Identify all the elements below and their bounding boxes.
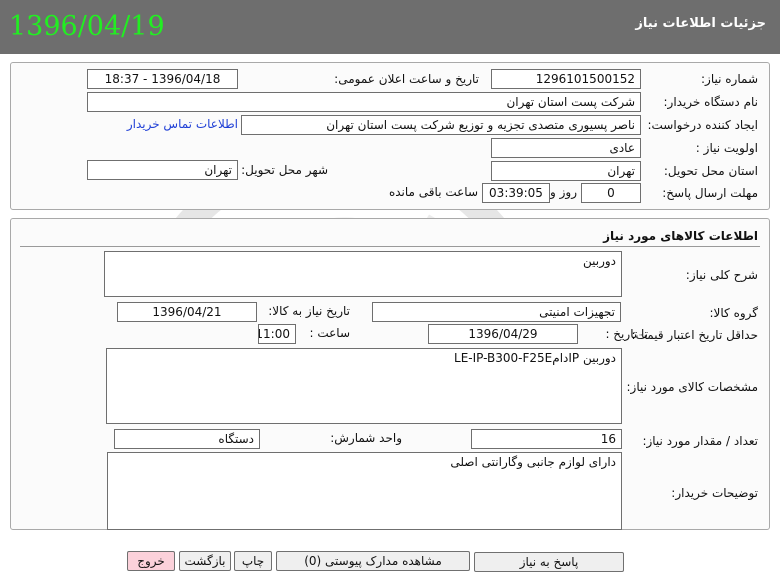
days-label: روز و (550, 185, 577, 199)
spec-label: مشخصات کالای مورد نیاز: (626, 380, 758, 394)
goods-section-title: اطلاعات کالاهای مورد نیاز (603, 229, 758, 243)
need-date-field: 1396/04/21 (117, 302, 257, 322)
validity-time-label: ساعت : (309, 326, 350, 340)
group-label: گروه کالا: (709, 306, 759, 320)
validity-time-field: 11:00 (258, 324, 296, 344)
print-button[interactable]: چاپ (234, 551, 272, 571)
desc-label: شرح کلی نیاز: (685, 268, 758, 282)
days-field: 0 (581, 183, 641, 203)
spec-field: دوربین IPدامLE-IP-B300-F25E (106, 348, 622, 424)
section-divider (20, 246, 760, 247)
deadline-label: مهلت ارسال پاسخ: (662, 186, 758, 200)
priority-field: عادی (491, 138, 641, 158)
group-field: تجهیزات امنیتی (372, 302, 621, 322)
need-date-label: تاریخ نیاز به کالا: (268, 304, 350, 318)
buyer-org-field: شرکت پست استان تهران (87, 92, 641, 112)
priority-label: اولویت نیاز : (695, 141, 758, 155)
announce-label: تاریخ و ساعت اعلان عمومی: (334, 72, 479, 86)
back-button[interactable]: بازگشت (179, 551, 231, 571)
desc-field: دوربین (104, 251, 622, 297)
exit-button[interactable]: خروج (127, 551, 175, 571)
buyer-contact-link[interactable]: اطلاعات تماس خریدار (127, 117, 238, 131)
page-title: جزئیات اطلاعات نیاز (635, 16, 766, 31)
notes-field: دارای لوازم جانبی وگارانتی اصلی (107, 452, 622, 530)
announce-field: 1396/04/18 - 18:37 (87, 69, 238, 89)
header-bar: 1396/04/19 جزئیات اطلاعات نیاز (0, 0, 780, 54)
validity-date-field: 1396/04/29 (428, 324, 578, 344)
need-number-field: 1296101500152 (491, 69, 641, 89)
creator-field: ناصر پسیوری متصدی تجزیه و توزیع شرکت پست… (241, 115, 641, 135)
city-label: شهر محل تحویل: (241, 163, 328, 177)
creator-label: ایجاد کننده درخواست: (647, 118, 758, 132)
qty-field: 16 (471, 429, 622, 449)
view-attachments-button[interactable]: مشاهده مدارک پیوستی (0) (276, 551, 470, 571)
city-field: تهران (87, 160, 238, 180)
unit-label: واحد شمارش: (330, 431, 402, 445)
remaining-label: ساعت باقی مانده (388, 185, 478, 199)
until-label: تا تاریخ : (605, 327, 648, 341)
validity-label: حداقل تاریخ اعتبار قیمت: (631, 328, 758, 342)
qty-label: تعداد / مقدار مورد نیاز: (642, 434, 758, 448)
notes-label: توضیحات خریدار: (671, 486, 758, 500)
buyer-org-label: نام دستگاه خریدار: (663, 95, 759, 109)
need-number-label: شماره نیاز: (701, 72, 758, 86)
reply-button[interactable]: پاسخ به نیاز (474, 552, 624, 572)
header-date: 1396/04/19 (9, 11, 165, 42)
province-field: تهران (491, 161, 641, 181)
province-label: استان محل تحویل: (663, 164, 758, 178)
remaining-time-field: 03:39:05 (482, 183, 550, 203)
unit-field: دستگاه (114, 429, 260, 449)
